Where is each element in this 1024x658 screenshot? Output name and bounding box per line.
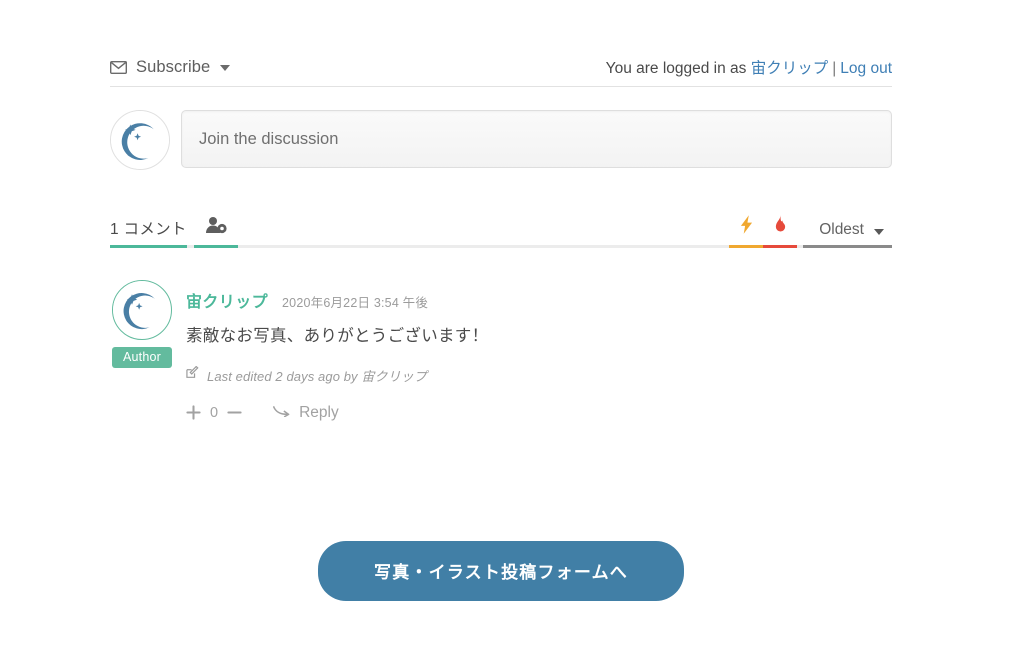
tabbar-left-group: 1 コメント xyxy=(110,216,238,248)
user-settings-icon xyxy=(205,217,227,238)
comment-author-avatar[interactable] xyxy=(112,280,172,340)
cta-container: 写真・イラスト投稿フォームへ xyxy=(110,541,892,601)
tab-hottest-underline xyxy=(763,245,798,248)
vote-up-button[interactable] xyxy=(186,405,201,420)
login-status: You are logged in as 宙クリップ | Log out xyxy=(606,56,892,81)
comment-input-placeholder: Join the discussion xyxy=(199,129,339,148)
vote-count: 0 xyxy=(210,404,219,421)
tab-hottest[interactable] xyxy=(763,215,798,248)
edit-pencil-icon xyxy=(186,365,199,384)
comment-section-page: Subscribe You are logged in as 宙クリップ | Log… xyxy=(109,0,892,658)
vote-down-button[interactable] xyxy=(227,405,242,420)
comments-header: Subscribe You are logged in as 宙クリップ | Log… xyxy=(109,50,892,87)
comment-body: 宙クリップ 2020年6月22日 3:54 午後 素敵なお写真、ありがとうござい… xyxy=(186,280,892,422)
sort-dropdown-underline xyxy=(803,245,892,248)
tab-most-reacted[interactable] xyxy=(729,215,764,248)
reply-label: Reply xyxy=(299,403,339,421)
sort-dropdown-label: Oldest xyxy=(819,221,864,238)
compose-row: Join the discussion xyxy=(110,110,892,170)
comment-avatar-column: Author xyxy=(110,280,174,422)
tab-most-reacted-underline xyxy=(729,245,764,248)
subscribe-label: Subscribe xyxy=(136,57,211,76)
reply-arrow-icon xyxy=(272,404,290,422)
chevron-down-icon xyxy=(874,228,884,235)
comments-tabbar: 1 コメント Oldest xyxy=(110,212,892,248)
vote-group: 0 xyxy=(186,405,242,421)
chevron-down-icon xyxy=(220,65,231,71)
tab-user-settings-underline xyxy=(193,245,238,248)
comment-text: 素敵なお写真、ありがとうございます！ xyxy=(186,327,489,345)
tab-user-settings[interactable] xyxy=(193,216,238,248)
tabbar-right-group: Oldest xyxy=(729,215,892,248)
current-user-avatar[interactable] xyxy=(110,110,170,170)
lightning-bolt-icon xyxy=(740,215,753,239)
sort-dropdown[interactable]: Oldest xyxy=(803,221,892,248)
flame-icon xyxy=(774,215,787,239)
comment-timestamp: 2020年6月22日 3:54 午後 xyxy=(282,296,429,310)
comment-meta: 宙クリップ 2020年6月22日 3:54 午後 xyxy=(186,288,892,312)
comment-actions: 0 Reply xyxy=(186,404,892,422)
comment-item: Author 宙クリップ 2020年6月22日 3:54 午後 素敵なお写真、あ… xyxy=(110,280,892,422)
envelope-icon xyxy=(109,60,128,74)
comment-edited-note: Last edited 2 days ago by 宙クリップ xyxy=(186,365,892,385)
comment-input[interactable]: Join the discussion xyxy=(181,110,892,168)
status-separator: | xyxy=(832,59,837,77)
tab-comments[interactable]: 1 コメント xyxy=(110,217,187,248)
comment-edited-text: Last edited 2 days ago by 宙クリップ xyxy=(207,368,427,384)
comment-author-name[interactable]: 宙クリップ xyxy=(186,288,268,312)
current-user-link[interactable]: 宙クリップ xyxy=(751,60,829,77)
subscribe-button[interactable]: Subscribe xyxy=(109,57,231,79)
logged-in-prefix: You are logged in as xyxy=(605,59,747,77)
tab-comments-underline xyxy=(110,245,187,248)
comment-count-label: 1 コメント xyxy=(110,221,187,238)
logout-link[interactable]: Log out xyxy=(840,60,892,77)
reply-button[interactable]: Reply xyxy=(272,403,339,422)
submit-photo-form-button[interactable]: 写真・イラスト投稿フォームへ xyxy=(318,541,684,601)
author-badge: Author xyxy=(111,347,173,368)
